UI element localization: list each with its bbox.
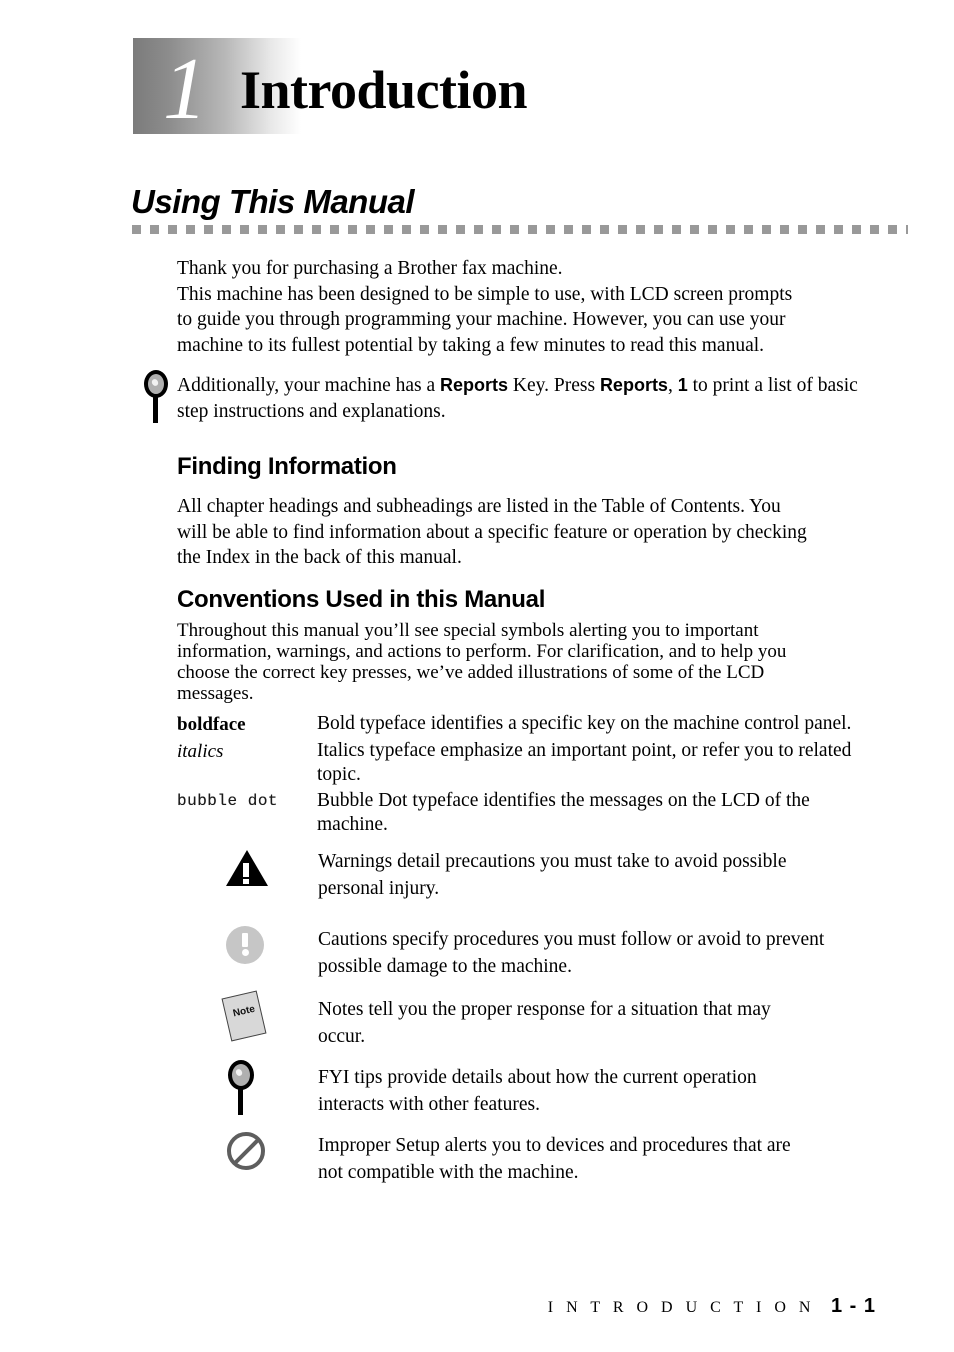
description-line: Improper Setup alerts you to devices and… <box>318 1135 791 1156</box>
page-title: Introduction <box>240 60 528 120</box>
callout-text-part: Key. Press <box>508 375 600 396</box>
prohibition-circle-slash-icon <box>227 1132 265 1170</box>
symbol-legend-list: Warnings detail precautions you must tak… <box>212 842 882 1194</box>
description-line: occur. <box>318 1026 366 1047</box>
symbol-description: Improper Setup alerts you to devices and… <box>318 1126 882 1186</box>
conventions-paragraph: Throughout this manual you’ll see specia… <box>177 620 877 704</box>
page-footer: I N T R O D U C T I O N 1 - 1 <box>0 1295 954 1318</box>
paragraph-line: This machine has been designed to be sim… <box>177 283 793 305</box>
callout-text-part: Additionally, your machine has a <box>177 375 441 396</box>
description-line: personal injury. <box>318 878 440 899</box>
callout-text-part: , <box>667 375 678 396</box>
description-line: interacts with other features. <box>318 1094 540 1115</box>
footer-page-number: 1 - 1 <box>830 1295 876 1317</box>
paragraph-line: All chapter headings and subheadings are… <box>177 496 781 517</box>
typeface-term-italics: italics <box>177 741 224 762</box>
magnifier-icon <box>212 1058 318 1122</box>
symbol-description: Notes tell you the proper response for a… <box>318 990 882 1050</box>
key-label-reports: Reports <box>599 375 668 395</box>
typeface-description: Italics typeface emphasize an important … <box>317 739 877 787</box>
fyi-callout: Additionally, your machine has a Reports… <box>142 370 878 432</box>
typeface-term-boldface: boldface <box>177 714 246 735</box>
typeface-description: Bubble Dot typeface identifies the messa… <box>317 789 877 837</box>
paragraph-line: to guide you through programming your ma… <box>177 309 786 330</box>
list-item: Note Notes tell you the proper response … <box>212 990 882 1058</box>
description-line: Bold typeface identifies a specific key … <box>317 713 852 734</box>
chapter-header: 1 Introduction <box>133 38 873 138</box>
finding-information-paragraph: All chapter headings and subheadings are… <box>177 494 877 571</box>
description-line: machine. <box>317 814 388 835</box>
paragraph-line: choose the correct key presses, we’ve ad… <box>177 662 765 683</box>
description-line: Bubble Dot typeface identifies the messa… <box>317 790 810 811</box>
key-label-one: 1 <box>677 375 688 395</box>
magnifier-icon <box>142 370 172 430</box>
symbol-description: Warnings detail precautions you must tak… <box>318 842 882 902</box>
exclamation-mark-icon <box>241 933 249 956</box>
list-item: FYI tips provide details about how the c… <box>212 1058 882 1126</box>
key-label-reports: Reports <box>440 375 509 395</box>
paragraph-line: will be able to find information about a… <box>177 521 807 543</box>
intro-paragraph: Thank you for purchasing a Brother fax m… <box>177 256 877 358</box>
symbol-description: Cautions specify procedures you must fol… <box>318 920 882 980</box>
typeface-description: Bold typeface identifies a specific key … <box>317 712 877 736</box>
warning-triangle-icon <box>212 842 318 906</box>
paragraph-line: machine to its fullest potential by taki… <box>177 334 765 356</box>
prohibition-icon <box>212 1126 318 1190</box>
section-divider <box>132 225 908 234</box>
list-item: Cautions specify procedures you must fol… <box>212 920 882 990</box>
paragraph-line: the Index in the back of this manual. <box>177 547 462 568</box>
magnifier-handle-icon <box>153 397 158 423</box>
description-line: Notes tell you the proper response for a… <box>318 999 771 1020</box>
magnifier-lens-icon <box>228 1060 254 1090</box>
paragraph-line: messages. <box>177 683 254 704</box>
symbol-description: FYI tips provide details about how the c… <box>318 1058 882 1118</box>
exclamation-mark-icon <box>243 863 249 884</box>
caution-exclamation-icon <box>212 920 318 984</box>
magnifier-lens-icon <box>144 370 168 398</box>
paragraph-line: Throughout this manual you’ll see specia… <box>177 620 759 641</box>
table-row: italics Italics typeface emphasize an im… <box>177 739 877 787</box>
chapter-number: 1 <box>163 41 207 138</box>
typeface-term-bubble-dot: bubble dot <box>177 792 279 810</box>
footer-chapter-name: I N T R O D U C T I O N <box>547 1299 815 1316</box>
description-line: not compatible with the machine. <box>318 1162 579 1183</box>
description-line: FYI tips provide details about how the c… <box>318 1067 757 1088</box>
list-item: Improper Setup alerts you to devices and… <box>212 1126 882 1194</box>
description-line: Warnings detail precautions you must tak… <box>318 851 787 872</box>
table-row: boldface Bold typeface identifies a spec… <box>177 712 877 737</box>
description-line: topic. <box>317 764 361 785</box>
fyi-callout-text: Additionally, your machine has a Reports… <box>177 372 877 425</box>
paragraph-line: information, warnings, and actions to pe… <box>177 641 787 662</box>
description-line: Italics typeface emphasize an important … <box>317 740 852 761</box>
list-item: Warnings detail precautions you must tak… <box>212 842 882 920</box>
note-page-icon: Note <box>212 990 318 1054</box>
paragraph-line: Thank you for purchasing a Brother fax m… <box>177 258 563 279</box>
magnifier-handle-icon <box>238 1089 243 1115</box>
description-line: possible damage to the machine. <box>318 956 572 977</box>
description-line: Cautions specify procedures you must fol… <box>318 929 825 950</box>
subheading-conventions-used: Conventions Used in this Manual <box>177 586 546 613</box>
typeface-conventions-table: boldface Bold typeface identifies a spec… <box>177 712 877 839</box>
section-heading: Using This Manual <box>131 183 415 220</box>
table-row: bubble dot Bubble Dot typeface identifie… <box>177 789 877 837</box>
subheading-finding-information: Finding Information <box>177 453 397 480</box>
